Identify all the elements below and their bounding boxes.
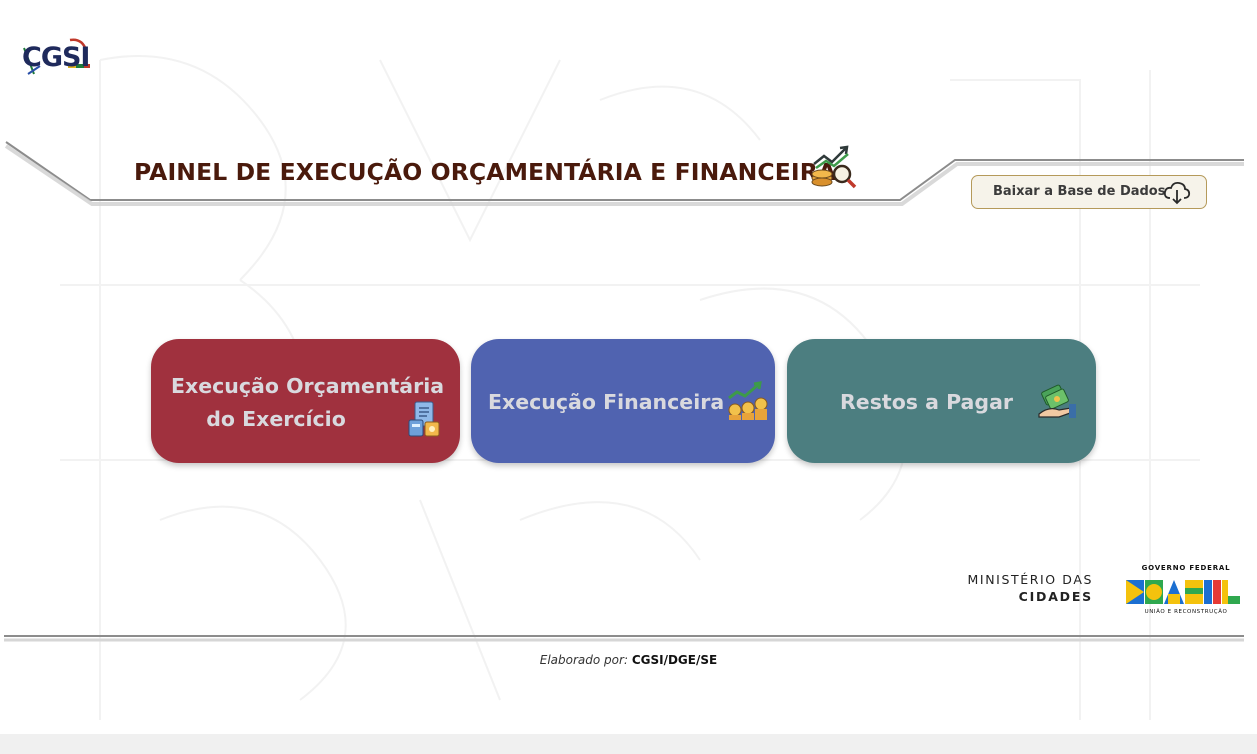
card-execucao-financeira[interactable]: Execução Financeira [471, 339, 775, 463]
card-execucao-orcamentaria[interactable]: Execução Orçamentária do Exercício [151, 339, 460, 463]
ministry-name: MINISTÉRIO DAS CIDADES [940, 571, 1093, 605]
brasil-wordmark [1126, 580, 1240, 604]
card-restos-a-pagar-label: Restos a Pagar [840, 390, 1014, 414]
cgsi-logo: CGSI [18, 36, 92, 80]
credit-prefix: Elaborado por: [539, 653, 628, 667]
card-label-line1: Execução Orçamentária [171, 374, 445, 398]
download-button-label: Baixar a Base de Dados [993, 184, 1166, 199]
ministry-line1: MINISTÉRIO DAS [967, 572, 1093, 587]
budget-chart-coins-icon [811, 145, 857, 189]
card-execucao-financeira-label: Execução Financeira [488, 390, 725, 414]
bottom-strip [0, 734, 1257, 754]
logo-text: CGSI [22, 42, 90, 73]
credit-org: CGSI/DGE/SE [631, 653, 718, 667]
governo-federal-logo: GOVERNO FEDERAL UNIÃO E RECONSTRUÇÃO [1124, 564, 1244, 620]
card-label-line2: do Exercício [206, 407, 346, 431]
card-restos-a-pagar[interactable]: Restos a Pagar [787, 339, 1096, 463]
download-database-button[interactable]: Baixar a Base de Dados [971, 175, 1207, 209]
coins-growth-icon [728, 381, 768, 420]
page-title: PAINEL DE EXECUÇÃO ORÇAMENTÁRIA E FINANC… [134, 158, 837, 186]
gov-logo-bottom-text: UNIÃO E RECONSTRUÇÃO [1144, 609, 1228, 615]
gov-logo-top-text: GOVERNO FEDERAL [1141, 564, 1231, 572]
card-execucao-orcamentaria-label: Execução Orçamentária do Exercício [171, 370, 445, 436]
footer-divider [4, 635, 1244, 642]
credit-line: Elaborado por: CGSI/DGE/SE [0, 653, 1257, 667]
budget-document-calculator-icon [408, 401, 440, 437]
money-hand-icon [1038, 384, 1076, 418]
ministry-line2: CIDADES [1018, 589, 1093, 604]
cloud-download-icon [1163, 181, 1191, 205]
